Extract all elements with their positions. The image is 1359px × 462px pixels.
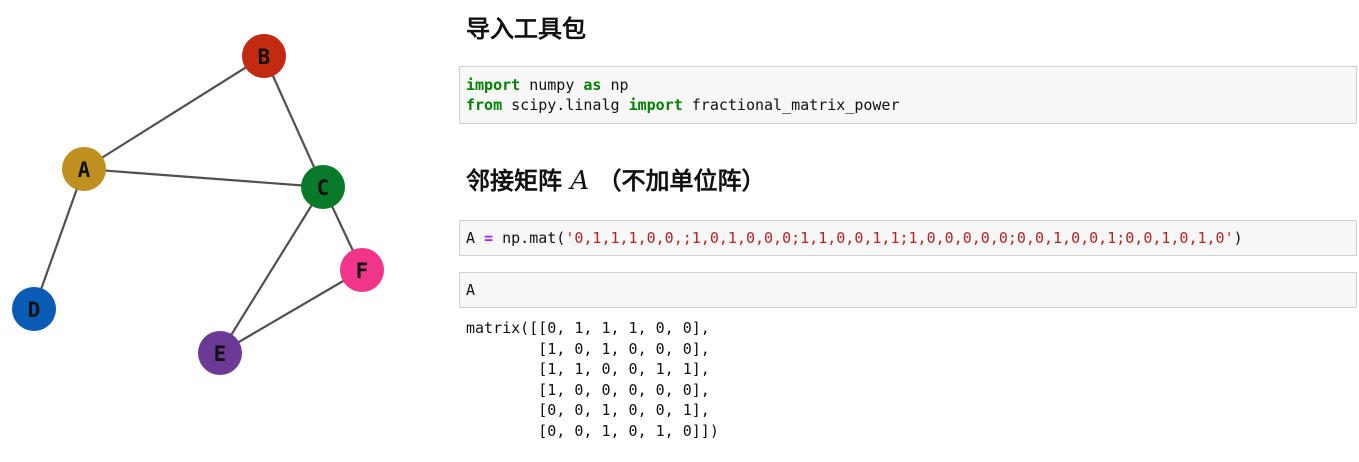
edge-a-c [83, 167, 324, 189]
adjacency-heading: 邻接矩阵 A （不加单位阵） [466, 166, 766, 196]
display-code-cell[interactable]: A [459, 272, 1357, 308]
node-label: F [356, 259, 369, 283]
node-c: C [301, 165, 345, 209]
matrix-output: matrix([[0, 1, 1, 1, 0, 0], [1, 0, 1, 0,… [466, 319, 719, 440]
node-f: F [340, 248, 384, 292]
keyword: from [466, 96, 503, 114]
code-line: A = np.mat('0,1,1,1,0,0,;1,0,1,0,0,0;1,1… [466, 228, 1350, 248]
edge-a-b [83, 55, 265, 170]
code-line: import numpy as np [466, 75, 1350, 95]
code-text: A [466, 229, 485, 247]
edge-a-d [32, 168, 86, 310]
import-heading: 导入工具包 [466, 15, 586, 43]
node-b: B [242, 34, 286, 78]
node-e: E [198, 331, 242, 375]
import-code-cell[interactable]: import numpy as np from scipy.linalg imp… [459, 66, 1357, 124]
edge-c-e [219, 186, 324, 354]
code-line: from scipy.linalg import fractional_matr… [466, 95, 1350, 115]
code-line: A [466, 281, 476, 299]
operator: = [484, 229, 494, 247]
matrix-symbol: A [570, 166, 590, 196]
node-label: C [317, 176, 330, 200]
code-text: scipy.linalg [502, 96, 629, 114]
code-text: fractional_matrix_power [682, 96, 900, 114]
node-label: D [28, 298, 41, 322]
edge-e-f [219, 269, 363, 354]
assign-code-cell[interactable]: A = np.mat('0,1,1,1,0,0,;1,0,1,0,0,0;1,1… [459, 220, 1357, 256]
keyword: import [628, 96, 683, 114]
keyword: as [583, 76, 602, 94]
graph-diagram: A B C D E F [12, 34, 384, 375]
code-text: ) [1233, 229, 1243, 247]
string-literal: '0,1,1,1,0,0,;1,0,1,0,0,0;1,1,0,0,1,1;1,… [565, 229, 1234, 247]
code-text: np.mat( [493, 229, 566, 247]
code-text: np [601, 76, 629, 94]
heading-text: 邻接矩阵 [466, 167, 562, 195]
keyword: import [466, 76, 521, 94]
node-label: E [214, 342, 227, 366]
heading-note: （不加单位阵） [597, 167, 766, 195]
node-label: A [78, 158, 91, 182]
node-a: A [62, 147, 106, 191]
node-d: D [12, 287, 56, 331]
node-label: B [258, 45, 271, 69]
code-text: numpy [520, 76, 584, 94]
